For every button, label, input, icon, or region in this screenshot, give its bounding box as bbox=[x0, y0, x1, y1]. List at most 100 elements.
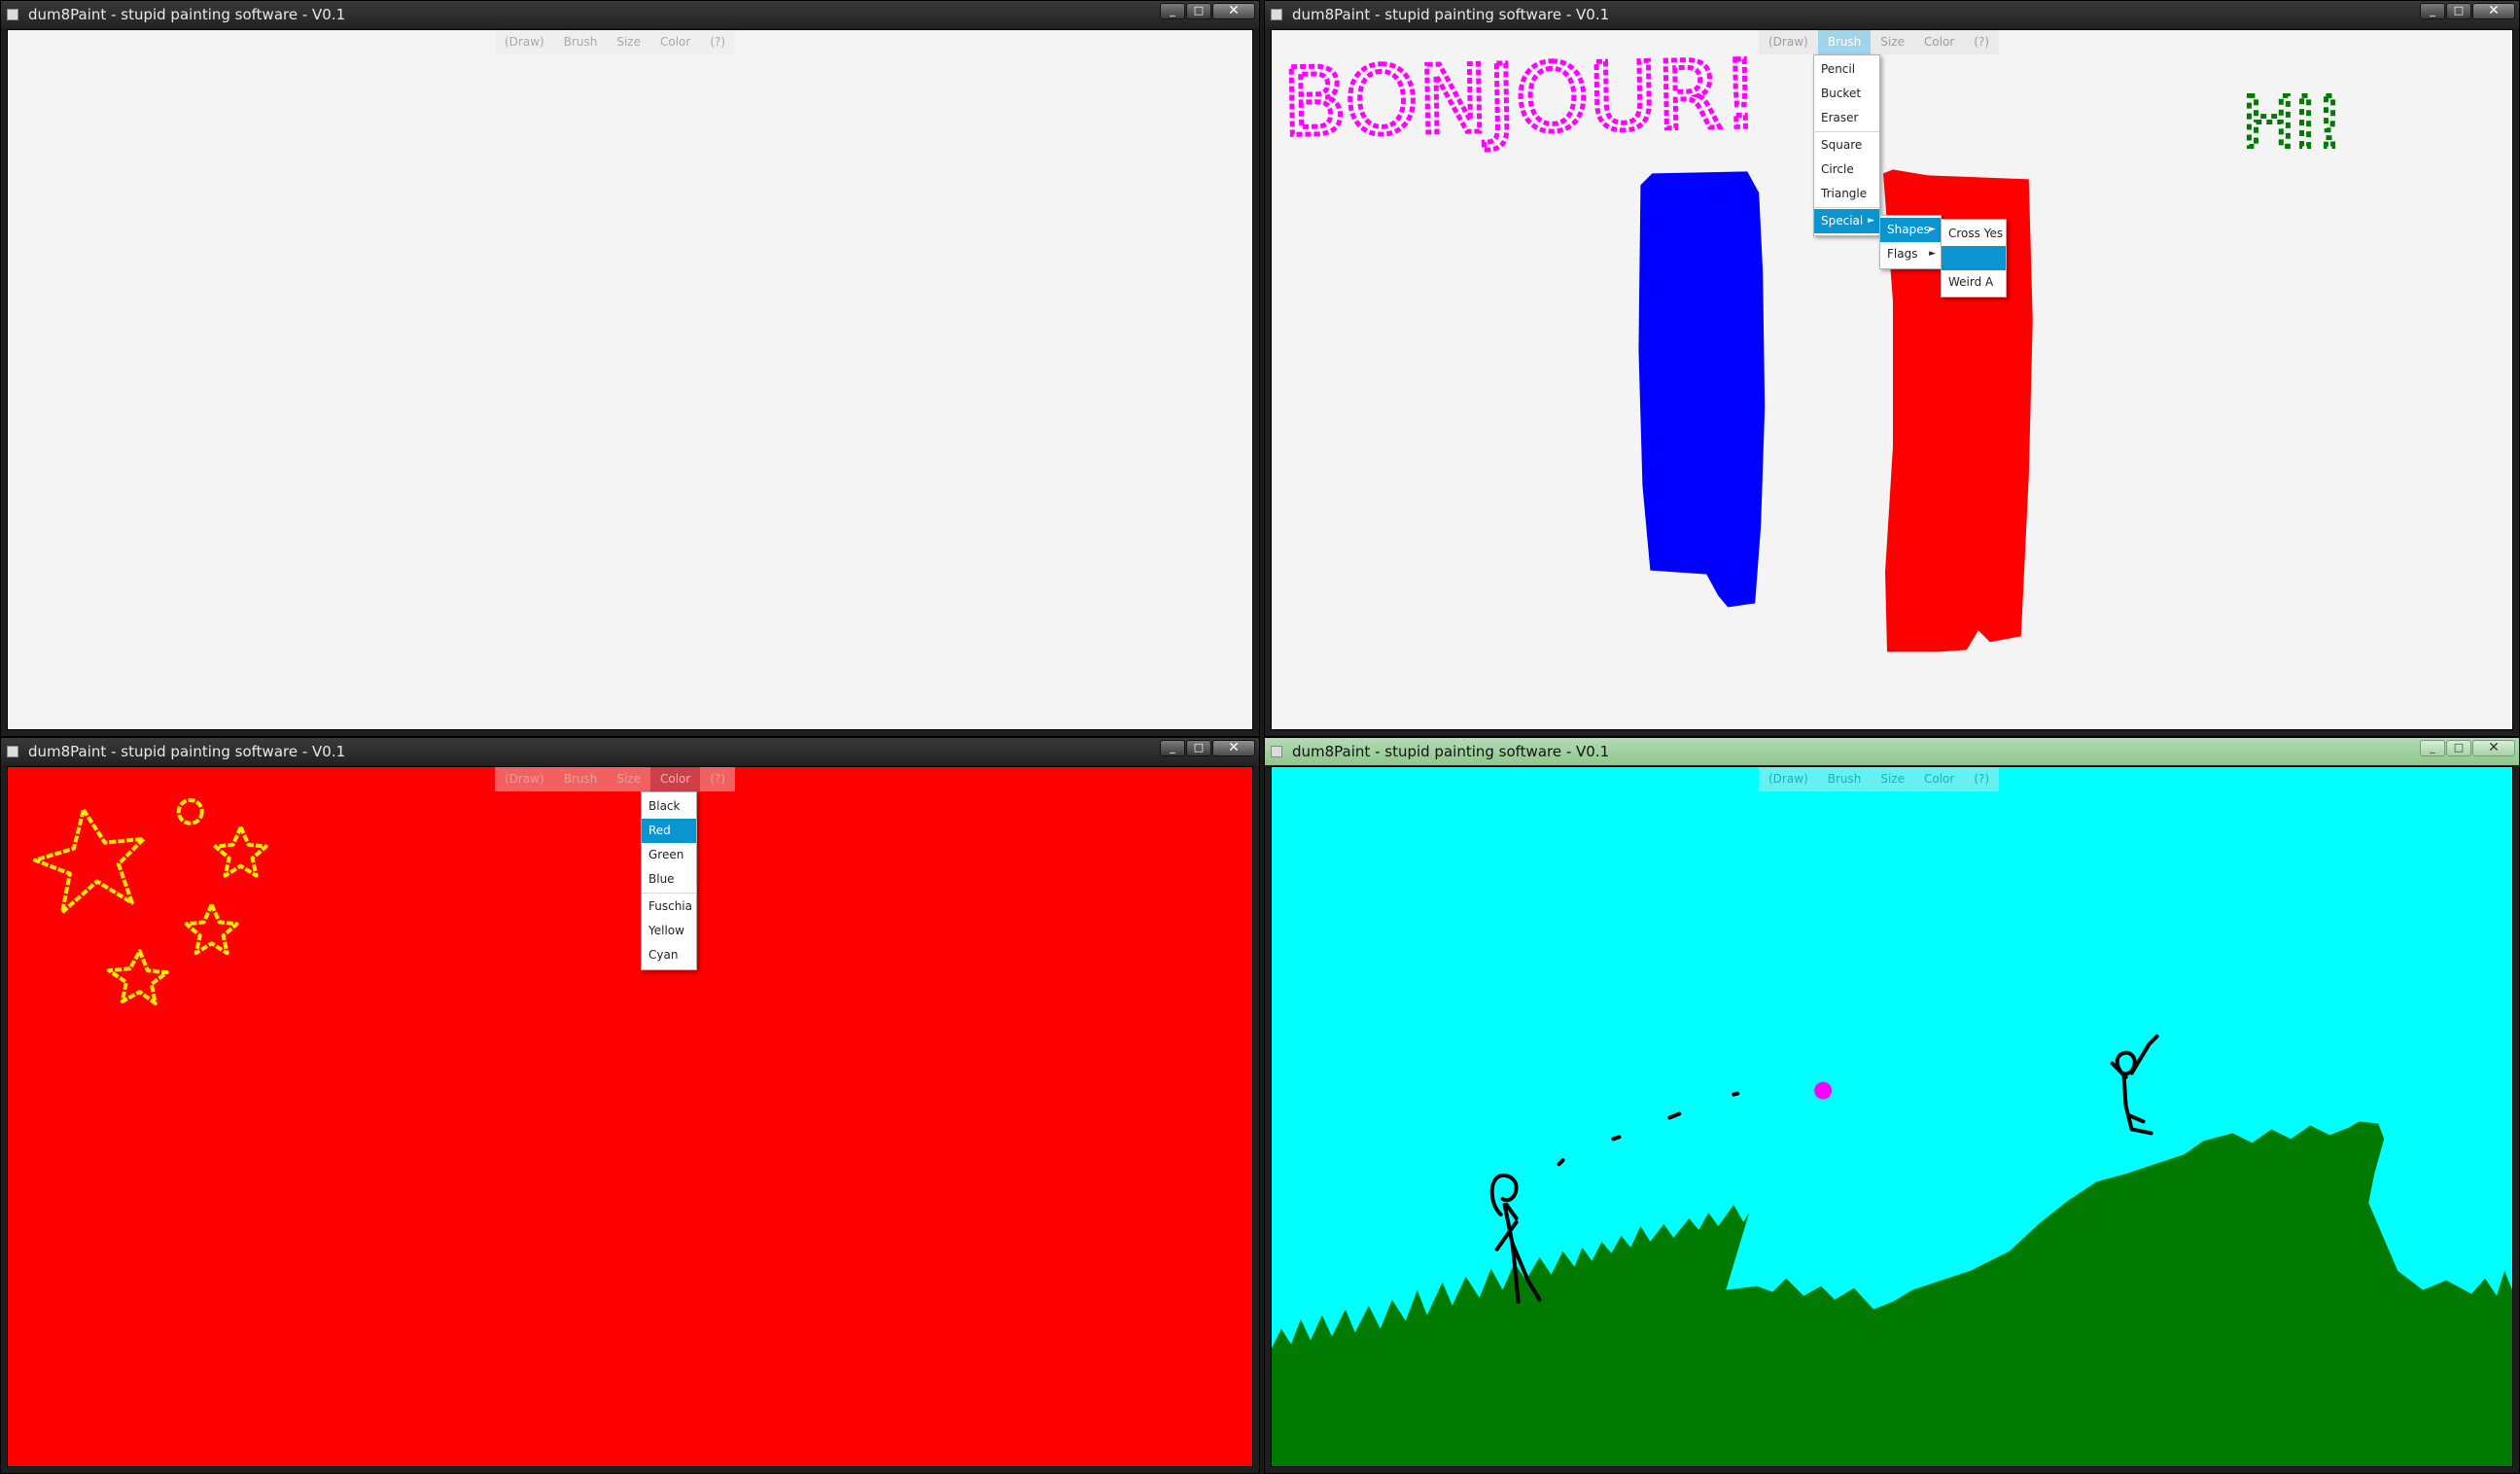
drawing-canvas[interactable]: (Draw) Brush Size Color (?) bbox=[7, 29, 1253, 730]
menu-item-circle[interactable]: Circle bbox=[1814, 158, 1879, 182]
menu-size[interactable]: Size bbox=[607, 30, 650, 54]
canvas-drawing bbox=[1272, 1034, 2512, 1466]
menu-item-pencil[interactable]: Pencil bbox=[1814, 57, 1879, 82]
menu-bar: (Draw) Brush Size Color (?) bbox=[1759, 767, 2000, 791]
menu-help[interactable]: (?) bbox=[700, 30, 735, 54]
menu-item-shapes[interactable]: Shapes ► bbox=[1880, 218, 1941, 242]
menu-separator bbox=[1814, 207, 1879, 208]
menu-item-blank[interactable] bbox=[1942, 246, 2006, 270]
menu-bar: (Draw) Brush Size Color (?) bbox=[495, 30, 736, 54]
menu-item-black[interactable]: Black bbox=[642, 794, 696, 819]
paint-window-2: dum8Paint - stupid painting software - V… bbox=[1264, 0, 2520, 737]
menu-color[interactable]: Color bbox=[650, 30, 700, 54]
submenu-arrow-icon: ► bbox=[1929, 249, 1936, 259]
ball bbox=[1814, 1081, 1833, 1100]
menu-bar: (Draw) Brush Size Color (?) bbox=[1759, 30, 2000, 54]
title-bar[interactable]: dum8Paint - stupid painting software - V… bbox=[1, 1, 1259, 28]
menu-item-cyan[interactable]: Cyan bbox=[642, 943, 696, 967]
jumping-figure bbox=[2110, 1034, 2159, 1136]
menu-item-label: Shapes bbox=[1887, 223, 1930, 236]
menu-item-label: Special bbox=[1821, 214, 1864, 228]
submenu-arrow-icon: ► bbox=[1868, 216, 1874, 226]
menu-separator bbox=[1814, 131, 1879, 132]
small-circle bbox=[176, 797, 204, 825]
menu-item-yellow[interactable]: Yellow bbox=[642, 919, 696, 943]
menu-color[interactable]: Color bbox=[650, 767, 701, 791]
menu-color[interactable]: Color bbox=[1914, 767, 1964, 791]
menu-bar: (Draw) Brush Size Color (?) bbox=[495, 767, 736, 791]
menu-color[interactable]: Color bbox=[1914, 30, 1964, 54]
color-menu: Black Red Green Blue Fuschia Yellow Cyan bbox=[641, 791, 697, 970]
close-button[interactable]: ✕ bbox=[1212, 3, 1255, 19]
menu-item-red[interactable]: Red bbox=[642, 819, 696, 843]
menu-size[interactable]: Size bbox=[607, 767, 650, 791]
menu-item-flags[interactable]: Flags ► bbox=[1880, 242, 1941, 266]
maximize-button[interactable]: □ bbox=[2446, 740, 2471, 756]
minimize-button[interactable]: _ bbox=[2420, 740, 2445, 756]
menu-brush[interactable]: Brush bbox=[1818, 767, 1872, 791]
menu-size[interactable]: Size bbox=[1871, 767, 1914, 791]
maximize-button[interactable]: □ bbox=[1186, 3, 1211, 19]
maximize-button[interactable]: □ bbox=[1186, 740, 1211, 756]
title-bar[interactable]: dum8Paint - stupid painting software - V… bbox=[1265, 1, 2519, 28]
app-icon bbox=[1271, 9, 1282, 20]
grass-hill bbox=[1272, 1121, 2512, 1466]
minimize-button[interactable]: _ bbox=[1160, 740, 1185, 756]
special-submenu: Shapes ► Flags ► bbox=[1879, 215, 1942, 269]
menu-item-blue[interactable]: Blue bbox=[642, 867, 696, 892]
window-title: dum8Paint - stupid painting software - V… bbox=[1292, 743, 1610, 760]
close-button[interactable]: ✕ bbox=[2472, 740, 2515, 756]
minimize-button[interactable]: _ bbox=[2420, 3, 2445, 19]
menu-help[interactable]: (?) bbox=[700, 767, 735, 791]
menu-draw[interactable]: (Draw) bbox=[1759, 30, 1818, 54]
small-star bbox=[184, 902, 239, 956]
blue-stripe bbox=[1638, 171, 1766, 608]
close-button[interactable]: ✕ bbox=[2472, 3, 2515, 19]
small-star bbox=[106, 949, 169, 1005]
menu-item-label: Flags bbox=[1887, 247, 1918, 261]
menu-item-triangle[interactable]: Triangle bbox=[1814, 182, 1879, 206]
brush-menu: Pencil Bucket Eraser Square Circle Trian… bbox=[1813, 54, 1880, 236]
maximize-button[interactable]: □ bbox=[2446, 3, 2471, 19]
app-icon bbox=[7, 9, 18, 20]
throw-trajectory bbox=[1557, 1091, 1740, 1167]
close-button[interactable]: ✕ bbox=[1212, 740, 1255, 756]
title-bar[interactable]: dum8Paint - stupid painting software - V… bbox=[1, 738, 1259, 765]
menu-item-square[interactable]: Square bbox=[1814, 133, 1879, 158]
menu-brush[interactable]: Brush bbox=[554, 767, 608, 791]
canvas-drawing bbox=[32, 797, 268, 1005]
app-icon bbox=[1271, 746, 1282, 757]
menu-item-eraser[interactable]: Eraser bbox=[1814, 106, 1879, 130]
menu-draw[interactable]: (Draw) bbox=[1759, 767, 1818, 791]
big-star bbox=[32, 807, 146, 915]
menu-help[interactable]: (?) bbox=[1964, 767, 1999, 791]
window-title: dum8Paint - stupid painting software - V… bbox=[1292, 6, 1610, 23]
menu-item-weird-a[interactable]: Weird A bbox=[1942, 270, 2006, 295]
menu-draw[interactable]: (Draw) bbox=[495, 30, 554, 54]
drawing-canvas[interactable]: (Draw) Brush Size Color (?) bbox=[1271, 766, 2513, 1467]
menu-brush[interactable]: Brush bbox=[1817, 30, 1872, 54]
menu-brush[interactable]: Brush bbox=[554, 30, 608, 54]
window-title: dum8Paint - stupid painting software - V… bbox=[28, 743, 346, 760]
bonjour-drawing: BONJOUR! bbox=[1281, 40, 1760, 157]
menu-item-cross-yes[interactable]: Cross Yes bbox=[1942, 222, 2006, 246]
menu-help[interactable]: (?) bbox=[1964, 30, 1999, 54]
menu-size[interactable]: Size bbox=[1871, 30, 1914, 54]
window-title: dum8Paint - stupid painting software - V… bbox=[28, 6, 346, 23]
paint-window-3: dum8Paint - stupid painting software - V… bbox=[0, 737, 1260, 1474]
menu-item-bucket[interactable]: Bucket bbox=[1814, 82, 1879, 106]
shapes-submenu: Cross Yes Weird A bbox=[1941, 219, 2007, 298]
small-star bbox=[213, 825, 268, 878]
drawing-canvas[interactable]: BONJOUR! HI! (Draw) Brush Size Color (?)… bbox=[1271, 29, 2513, 730]
paint-window-4: dum8Paint - stupid painting software - V… bbox=[1264, 737, 2520, 1474]
title-bar[interactable]: dum8Paint - stupid painting software - V… bbox=[1265, 738, 2519, 765]
menu-draw[interactable]: (Draw) bbox=[495, 767, 554, 791]
menu-item-special[interactable]: Special ► bbox=[1814, 209, 1879, 233]
submenu-arrow-icon: ► bbox=[1929, 225, 1936, 234]
drawing-canvas[interactable]: (Draw) Brush Size Color (?) Black Red Gr… bbox=[7, 766, 1253, 1467]
menu-item-fuschia[interactable]: Fuschia bbox=[642, 895, 696, 919]
minimize-button[interactable]: _ bbox=[1160, 3, 1185, 19]
app-icon bbox=[7, 746, 18, 757]
menu-item-green[interactable]: Green bbox=[642, 843, 696, 867]
canvas-drawing: BONJOUR! HI! bbox=[1279, 38, 2346, 652]
